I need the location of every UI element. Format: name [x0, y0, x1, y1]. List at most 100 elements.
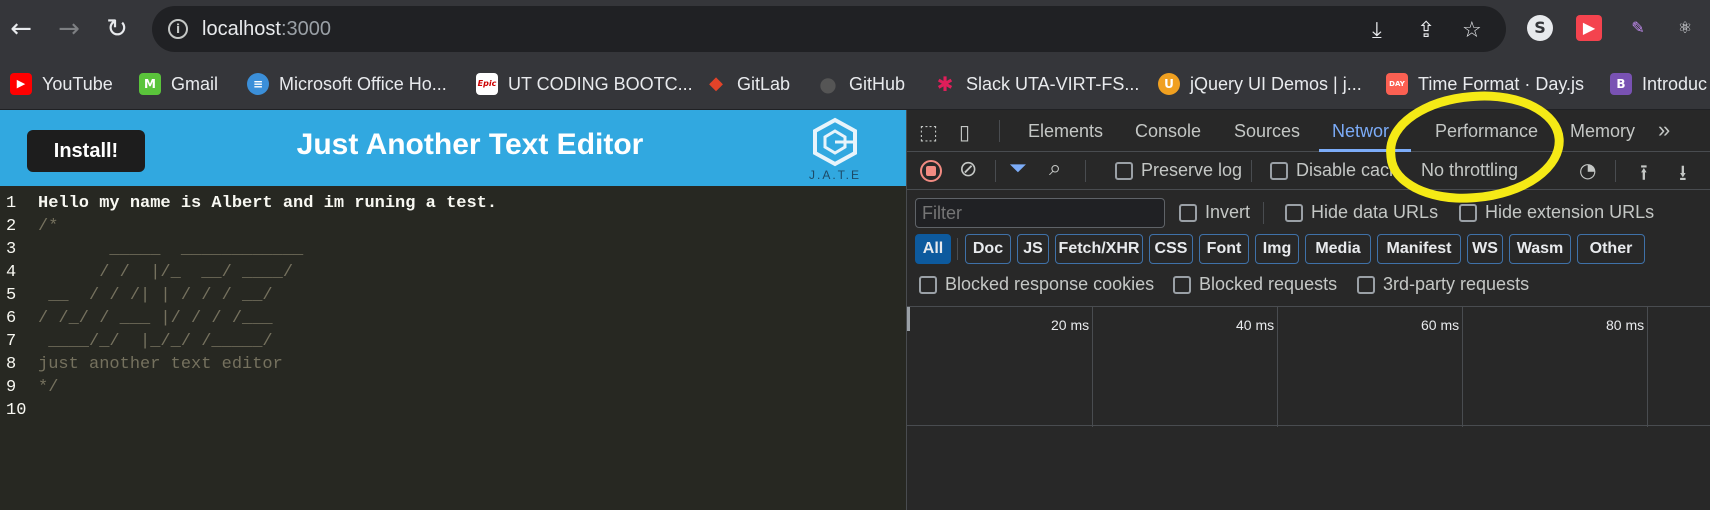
bookmark-gitlab[interactable]: ◆ GitLab [705, 70, 790, 98]
timeline-handle[interactable] [907, 307, 910, 331]
import-har-icon[interactable]: ⭱ [1640, 156, 1648, 194]
install-button[interactable]: Install! [27, 130, 145, 172]
line-text: ____/_/ |_/_/ /_____/ [38, 332, 273, 351]
filter-input[interactable] [915, 198, 1165, 228]
blocked-cookies-checkbox[interactable] [919, 276, 937, 294]
tab-performance[interactable]: Performance [1435, 121, 1538, 142]
filter-type-js[interactable]: JS [1017, 234, 1049, 264]
jquery-icon: U [1158, 73, 1180, 95]
disable-cache-label: Disable cache [1296, 160, 1396, 180]
site-info-icon[interactable]: i [168, 19, 188, 39]
extension-play-icon[interactable]: ▶ [1576, 15, 1602, 41]
tab-network[interactable]: Networ [1332, 121, 1389, 142]
filter-type-fetch-xhr[interactable]: Fetch/XHR [1055, 234, 1143, 264]
bookmark-jquery-ui[interactable]: UjQuery UI Demos | j... [1158, 70, 1362, 98]
slack-icon: ✱ [936, 72, 954, 96]
reload-button[interactable]: ↻ [100, 12, 134, 46]
preserve-log-label: Preserve log [1141, 160, 1243, 180]
extension-feather-icon[interactable]: ✎ [1625, 15, 1651, 41]
line-text: /* [38, 217, 59, 236]
download-icon[interactable]: ⤓ [1372, 18, 1382, 43]
bookmark-microsoft-office[interactable]: ≡ Microsoft Office Ho... [247, 70, 447, 98]
filter-type-font[interactable]: Font [1199, 234, 1249, 264]
bookmark-slack[interactable]: ✱ Slack UTA-VIRT-FS... [934, 70, 1140, 98]
tab-memory[interactable]: Memory [1570, 121, 1635, 142]
code-editor[interactable]: 1 Hello my name is Albert and im runing a… [0, 186, 906, 510]
line-text: just another text editor [38, 355, 283, 374]
hide-extension-urls-checkbox[interactable] [1459, 204, 1477, 222]
filter-type-img[interactable]: Img [1255, 234, 1299, 264]
tab-console[interactable]: Console [1135, 121, 1201, 142]
timeline-label: 80 ms [1606, 317, 1645, 333]
bookmark-label: Gmail [171, 73, 219, 94]
network-conditions-icon[interactable]: ◔ [1579, 158, 1596, 182]
tab-sources[interactable]: Sources [1234, 121, 1300, 142]
filter-icon[interactable]: ⏷ [1009, 156, 1027, 181]
filter-type-media[interactable]: Media [1305, 234, 1371, 264]
more-tabs-icon[interactable]: » [1658, 117, 1670, 143]
invert-checkbox[interactable] [1179, 204, 1197, 222]
browser-toolbar: ← → ↻ i localhost:3000 ⤓ ⇪ ☆ S ▶ ✎ ⚛ [0, 0, 1710, 58]
filter-type-manifest[interactable]: Manifest [1377, 234, 1461, 264]
editor-line[interactable]: 5 __ / / /| | / / / __/ [0, 286, 906, 309]
disable-cache-checkbox[interactable] [1270, 162, 1288, 180]
back-button[interactable]: ← [4, 12, 38, 46]
back-arrow-icon: ← [10, 14, 32, 44]
editor-line[interactable]: 8 just another text editor [0, 355, 906, 378]
network-overview-timeline[interactable]: 20 ms 40 ms 60 ms 80 ms [907, 306, 1710, 427]
editor-line[interactable]: 3 _____ ____________ [0, 240, 906, 263]
line-text: */ [38, 378, 59, 397]
extension-s-icon[interactable]: S [1527, 15, 1553, 41]
device-toolbar-icon[interactable]: ▯ [959, 120, 970, 144]
line-text: Hello my name is Albert and im runing a … [38, 194, 498, 213]
line-number: 8 [6, 355, 17, 374]
editor-line[interactable]: 1 Hello my name is Albert and im runing a… [0, 194, 906, 217]
timeline-label: 40 ms [1236, 317, 1275, 333]
throttling-select[interactable]: No throttling [1421, 160, 1518, 181]
line-text: / /_/ / ___ |/ / / /___ [38, 309, 273, 328]
jate-logo-icon: J.A.T.E [809, 117, 859, 182]
network-toolbar: ⊘ ⏷ ⌕ Preserve log Disable cache No thro… [907, 152, 1710, 190]
filter-type-wasm[interactable]: Wasm [1509, 234, 1571, 264]
filter-type-ws[interactable]: WS [1467, 234, 1503, 264]
extension-react-icon[interactable]: ⚛ [1672, 15, 1698, 41]
filter-type-all[interactable]: All [915, 234, 951, 264]
bookmark-dayjs[interactable]: DAY Time Format · Day.js [1386, 70, 1584, 98]
blocked-requests-checkbox[interactable] [1173, 276, 1191, 294]
record-stop-icon[interactable] [920, 160, 942, 182]
address-bar[interactable]: i localhost:3000 ⤓ ⇪ ☆ [152, 6, 1506, 52]
share-icon[interactable]: ⇪ [1417, 18, 1435, 43]
url-text[interactable]: localhost:3000 [202, 18, 331, 41]
filter-type-other[interactable]: Other [1577, 234, 1645, 264]
bootstrap-icon: B [1610, 73, 1632, 95]
editor-line[interactable]: 6 / /_/ / ___ |/ / / /___ [0, 309, 906, 332]
tab-elements[interactable]: Elements [1028, 121, 1103, 142]
preserve-log-checkbox[interactable] [1115, 162, 1133, 180]
editor-line[interactable]: 7 ____/_/ |_/_/ /_____/ [0, 332, 906, 355]
forward-button[interactable]: → [52, 12, 86, 46]
line-number: 4 [6, 263, 17, 282]
editor-line[interactable]: 10 [0, 401, 906, 424]
third-party-checkbox[interactable] [1357, 276, 1375, 294]
editor-line[interactable]: 2 /* [0, 217, 906, 240]
bookmark-gmail[interactable]: M Gmail [139, 70, 218, 98]
export-har-icon[interactable]: ⭳ [1679, 156, 1687, 194]
bookmark-label: GitLab [737, 73, 791, 94]
bookmark-youtube[interactable]: ▶ YouTube [10, 70, 113, 98]
filter-type-doc[interactable]: Doc [965, 234, 1011, 264]
bookmark-ut-coding[interactable]: Epic UT CODING BOOTC... [476, 70, 693, 98]
bookmark-label: GitHub [849, 73, 906, 94]
hide-data-urls-checkbox[interactable] [1285, 204, 1303, 222]
clear-icon[interactable]: ⊘ [959, 157, 977, 182]
line-text: / / |/_ __/ ____/ [38, 263, 294, 282]
star-icon[interactable]: ☆ [1462, 18, 1482, 43]
page-title: Just Another Text Editor [296, 128, 644, 161]
editor-line[interactable]: 4 / / |/_ __/ ____/ [0, 263, 906, 286]
inspect-element-icon[interactable]: ⬚ [919, 120, 938, 144]
bookmark-introduc[interactable]: B Introduc [1610, 70, 1707, 98]
filter-type-css[interactable]: CSS [1149, 234, 1193, 264]
search-icon[interactable]: ⌕ [1049, 156, 1061, 181]
editor-line[interactable]: 9 */ [0, 378, 906, 401]
url-host: localhost [202, 18, 281, 40]
bookmark-github[interactable]: ● GitHub [817, 70, 905, 98]
